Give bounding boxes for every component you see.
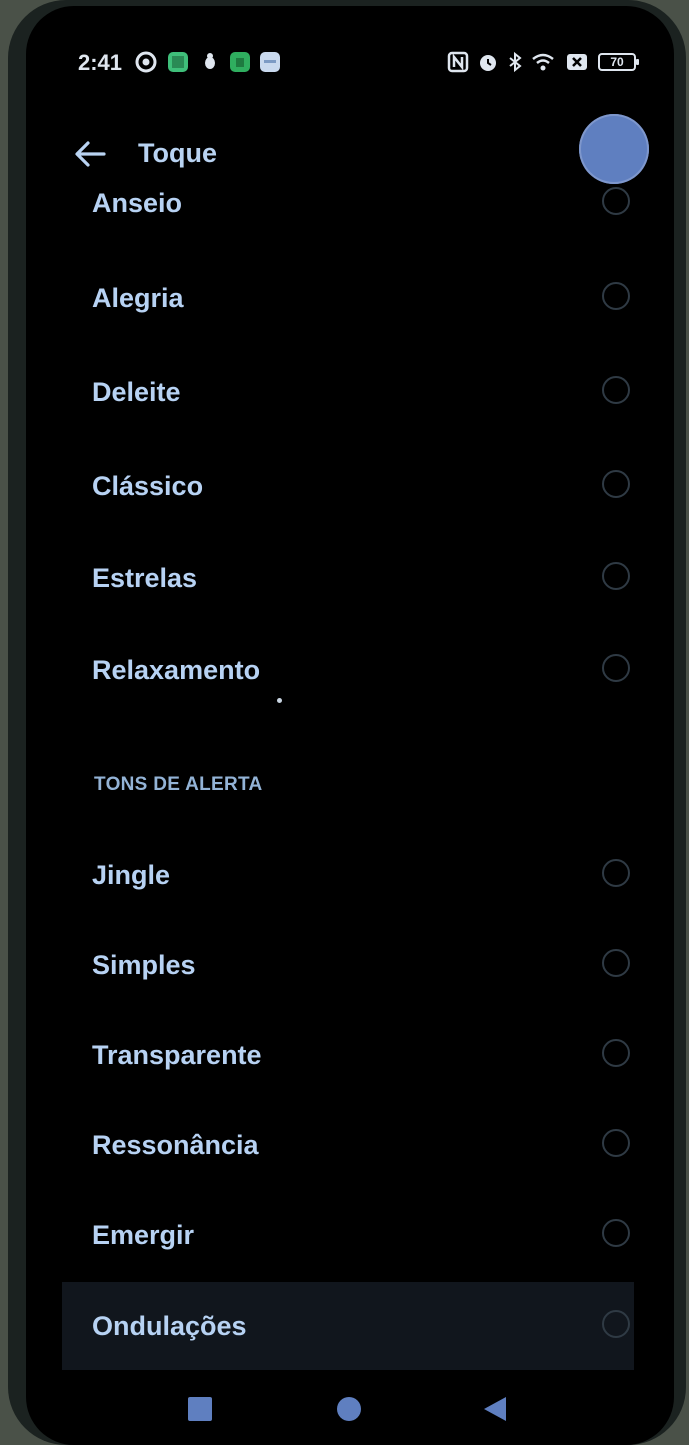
ringtone-label: Estrelas [92,563,198,593]
alert-tone-label: Transparente [92,1040,262,1070]
radio-button[interactable] [602,282,630,310]
radio-button[interactable] [602,1310,630,1338]
alert-tone-label: Ressonância [92,1130,259,1160]
battery-indicator: 70 [598,53,639,71]
radio-button[interactable] [602,1039,630,1067]
home-button[interactable] [334,1394,364,1424]
ringtone-label: Anseio [92,188,183,218]
ringtone-label: Clássico [92,471,204,501]
status-time: 2:41 [78,50,123,75]
nfc-icon [447,51,469,73]
navigation-bar [26,1378,674,1445]
calendar-notification-icon [229,51,251,73]
alert-tone-label: Emergir [92,1220,195,1250]
ringtone-label: Relaxamento [92,655,261,685]
section-header-alert-tones: TONS DE ALERTA [94,774,263,795]
radio-button[interactable] [602,949,630,977]
bluetooth-icon [504,51,526,73]
radio-button[interactable] [602,1129,630,1157]
alert-tone-item-simples[interactable]: Simples [62,921,634,1009]
no-sim-icon [566,51,588,73]
app-notification-icon [167,51,189,73]
radio-button[interactable] [602,470,630,498]
bug-notification-icon [199,51,221,73]
phone-screen: 2:41 70 Toque Anseio Alegria Deleite Clá… [26,6,674,1445]
touch-indicator-dot [277,698,282,703]
circle-icon [337,1397,361,1421]
ringtone-label: Deleite [92,377,181,407]
ringtone-label: Alegria [92,283,184,313]
alert-tone-item-ondulacoes[interactable]: Ondulações [62,1282,634,1370]
recent-apps-button[interactable] [185,1394,215,1424]
radio-button[interactable] [602,1219,630,1247]
radio-button[interactable] [602,187,630,215]
alert-tone-item-jingle[interactable]: Jingle [62,831,634,919]
triangle-icon [484,1397,506,1421]
wifi-icon [532,51,554,73]
alert-tone-item-ressonancia[interactable]: Ressonância [62,1101,634,1189]
chrome-notification-icon [135,51,157,73]
radio-button[interactable] [602,562,630,590]
ringtone-item-classico[interactable]: Clássico [62,442,634,530]
radio-button[interactable] [602,376,630,404]
ringtone-item-deleite[interactable]: Deleite [62,348,634,436]
back-nav-button[interactable] [481,1394,511,1424]
radio-button[interactable] [602,654,630,682]
alert-tone-item-emergir[interactable]: Emergir [62,1191,634,1279]
alarm-icon [477,51,499,73]
alert-tone-label: Simples [92,950,196,980]
alert-tone-label: Ondulações [92,1311,247,1341]
alert-tone-label: Jingle [92,860,171,890]
ringtone-item-alegria[interactable]: Alegria [62,254,634,342]
alert-tone-item-transparente[interactable]: Transparente [62,1011,634,1099]
square-icon [188,1397,212,1421]
ringtone-item-relaxamento[interactable]: Relaxamento [62,626,634,714]
radio-button[interactable] [602,859,630,887]
status-bar: 2:41 70 [26,6,674,116]
message-notification-icon [259,51,281,73]
ringtone-item-anseio[interactable]: Anseio [62,159,634,247]
ringtone-item-estrelas[interactable]: Estrelas [62,534,634,622]
